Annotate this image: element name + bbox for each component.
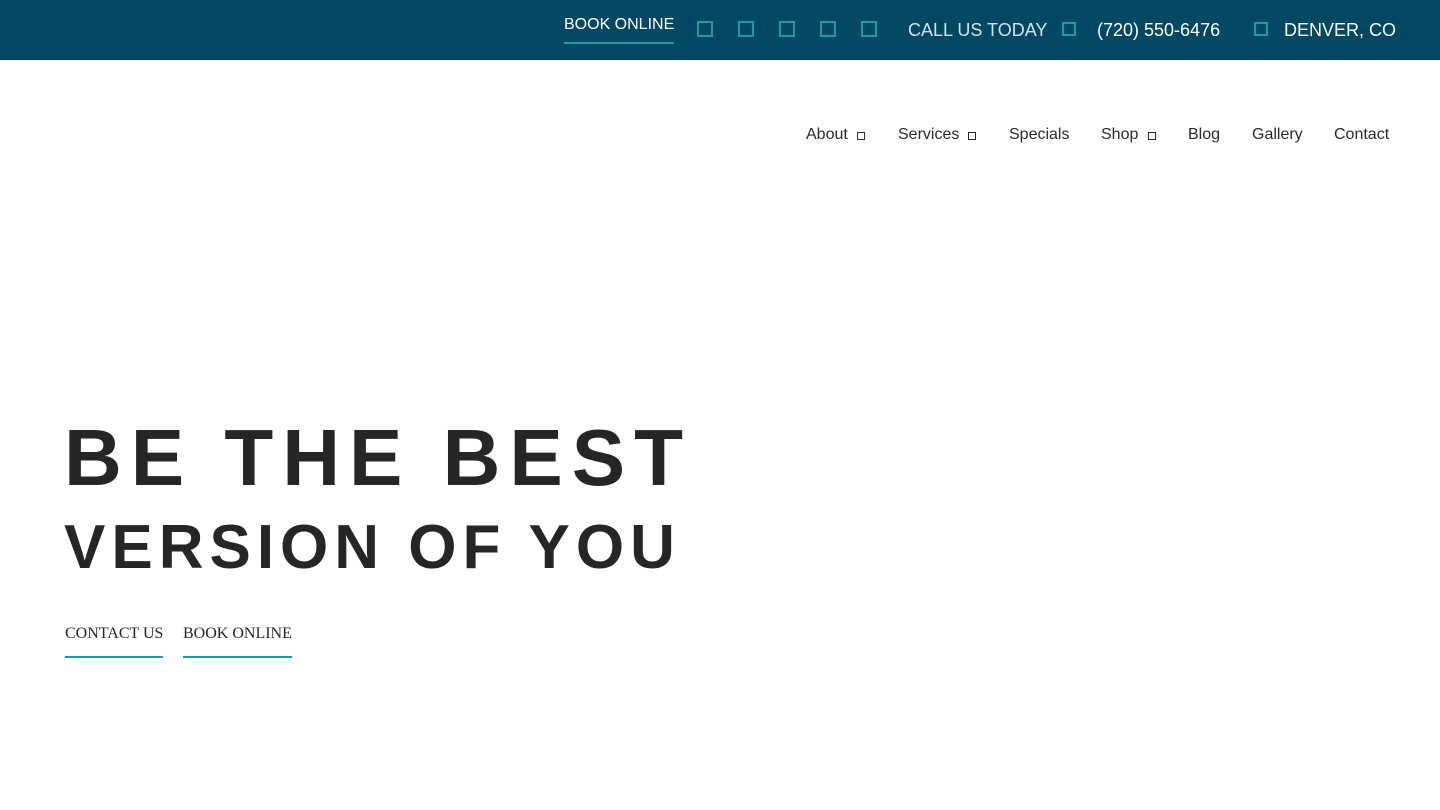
youtube-icon[interactable]	[820, 21, 836, 37]
phone-number-link[interactable]: (720) 550-6476	[1097, 19, 1220, 41]
call-us-label: CALL US TODAY	[908, 20, 1048, 40]
nav-item-gallery[interactable]: Gallery	[1252, 125, 1303, 145]
map-pin-icon	[1254, 22, 1268, 36]
hero-headline-line2: VERSION OF YOU	[64, 513, 681, 582]
chevron-down-icon[interactable]	[1148, 132, 1156, 140]
book-online-top-link[interactable]: BOOK ONLINE	[564, 15, 675, 44]
phone-icon	[1062, 22, 1076, 36]
location-text: DENVER, CO	[1284, 20, 1397, 40]
pinterest-icon[interactable]	[861, 21, 877, 37]
chevron-down-icon[interactable]	[968, 132, 976, 140]
top-bar: BOOK ONLINE CALL US TODAY (720) 550-6476…	[0, 0, 1440, 60]
nav-item-services[interactable]: Services	[898, 125, 959, 145]
book-online-button[interactable]: BOOK ONLINE	[183, 624, 292, 658]
instagram-icon[interactable]	[738, 21, 754, 37]
nav-item-contact[interactable]: Contact	[1334, 125, 1389, 145]
hero-headline-line1: BE THE BEST	[64, 413, 692, 502]
chevron-down-icon[interactable]	[857, 132, 865, 140]
nav-item-blog[interactable]: Blog	[1188, 125, 1220, 145]
twitter-icon[interactable]	[779, 21, 795, 37]
nav-item-specials[interactable]: Specials	[1009, 125, 1069, 145]
facebook-icon[interactable]	[697, 21, 713, 37]
contact-us-button[interactable]: CONTACT US	[65, 624, 164, 658]
nav-item-about[interactable]: About	[806, 125, 848, 145]
nav-item-shop[interactable]: Shop	[1101, 125, 1138, 145]
